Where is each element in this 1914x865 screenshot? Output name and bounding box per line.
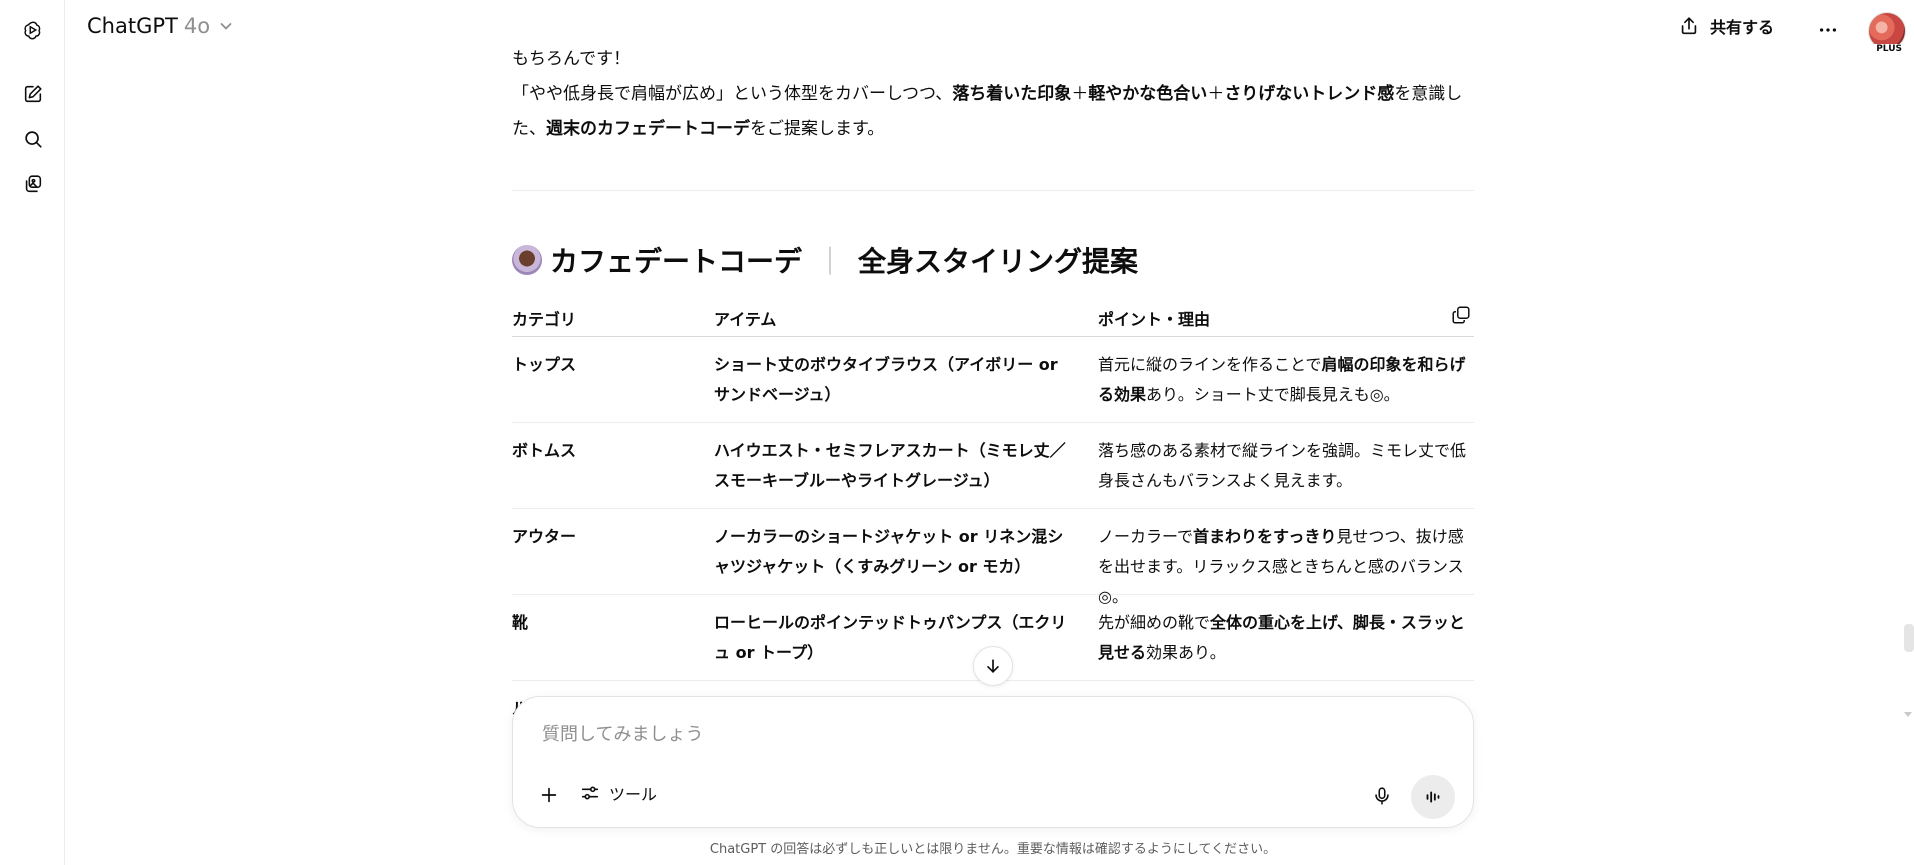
message-line: もちろんです！ [512, 49, 631, 69]
coffee-cup-icon [512, 245, 542, 275]
table-row: アウター ノーカラーのショートジャケット or リネン混シャツジャケット（くすみ… [512, 509, 1474, 606]
copy-icon [1452, 306, 1470, 324]
composer: ツール [512, 696, 1474, 828]
divider [512, 190, 1474, 191]
column-header: カテゴリ [512, 310, 577, 329]
model-selector[interactable]: ChatGPT 4o [87, 14, 234, 38]
item-cell: ローヒールのポインテッドトゥパンプス（エクリュ or トープ） [714, 613, 1067, 662]
disclaimer-text: ChatGPT の回答は必ずしも正しいとは限りません。重要な情報は確認するように… [709, 842, 1277, 857]
share-button[interactable]: 共有する [1678, 14, 1774, 38]
styling-table: カテゴリ アイテム ポイント・理由 トップス ショート丈のボウタイブラウス（アイ… [512, 300, 1474, 681]
scrollbar-thumb[interactable] [1904, 624, 1914, 652]
scrollbar-down-arrow[interactable] [1904, 712, 1912, 717]
waveform-icon [1426, 791, 1440, 803]
new-chat-icon[interactable] [16, 77, 50, 111]
left-rail [0, 0, 65, 865]
reason-cell: 落ち感のある素材で縦ラインを強調。ミモレ丈で低身長さんもバランスよく見えます。 [1098, 441, 1467, 490]
dictate-button[interactable] [1365, 779, 1399, 813]
tools-label: ツール [609, 785, 658, 804]
library-icon[interactable] [16, 167, 50, 201]
search-icon[interactable] [16, 122, 50, 156]
share-icon [1681, 17, 1697, 35]
assistant-message: もちろんです！ 「やや低身長で肩幅が広め」という体型をカバーしつつ、落ち着いた印… [512, 42, 1474, 147]
message-line: 「やや低身長で肩幅が広め」という体型をカバーしつつ、落ち着いた印象＋軽やかな色合… [512, 84, 1463, 104]
arrow-down-icon [987, 659, 999, 673]
plus-icon [541, 787, 557, 803]
item-cell: ハイウエスト・セミフレアスカート（ミモレ丈／スモーキーブルーやライトグレージュ） [714, 441, 1066, 490]
item-cell: ノーカラーのショートジャケット or リネン混シャツジャケット（くすみグリーン … [714, 527, 1064, 576]
model-version: 4o [183, 14, 211, 38]
table-row: ボトムス ハイウエスト・セミフレアスカート（ミモレ丈／スモーキーブルーやライトグ… [512, 423, 1474, 509]
table-row: トップス ショート丈のボウタイブラウス（アイボリー or サンドベージュ） 首元… [512, 337, 1474, 423]
reason-cell: 首元に縦のラインを作ることで肩幅の印象を和らげる効果あり。ショート丈で脚長見えも… [1098, 355, 1466, 404]
add-attachment-button[interactable] [533, 779, 565, 811]
table-header: カテゴリ アイテム ポイント・理由 [512, 300, 1474, 337]
item-cell: ショート丈のボウタイブラウス（アイボリー or サンドベージュ） [714, 355, 1058, 404]
prompt-input[interactable] [540, 723, 1420, 746]
scroll-to-bottom-button[interactable] [973, 646, 1013, 686]
category-cell: アウター [512, 527, 577, 546]
model-name: ChatGPT [87, 14, 178, 38]
more-options-button[interactable] [1812, 14, 1844, 46]
plan-badge: PLUS [1874, 44, 1904, 54]
reason-cell: 先が細めの靴で全体の重心を上げ、脚長・スラッと見せる効果あり。 [1098, 613, 1465, 662]
ellipsis-icon [1819, 28, 1837, 32]
microphone-icon [1375, 787, 1389, 805]
category-cell: 靴 [512, 613, 529, 632]
voice-mode-button[interactable] [1411, 775, 1455, 819]
column-header: ポイント・理由 [1098, 310, 1211, 329]
column-header: アイテム [714, 310, 777, 329]
openai-logo-icon[interactable] [16, 13, 50, 47]
category-cell: トップス [512, 355, 577, 374]
tools-button[interactable]: ツール [579, 781, 657, 805]
chevron-down-icon [220, 23, 232, 30]
section-heading: カフェデートコーデ｜全身スタイリング提案 [512, 240, 1138, 280]
copy-table-button[interactable] [1448, 302, 1474, 328]
share-label: 共有する [1709, 18, 1774, 37]
category-cell: ボトムス [512, 441, 577, 460]
message-line: た、週末のカフェデートコーデをご提案します。 [512, 119, 885, 139]
sliders-icon [581, 786, 599, 800]
